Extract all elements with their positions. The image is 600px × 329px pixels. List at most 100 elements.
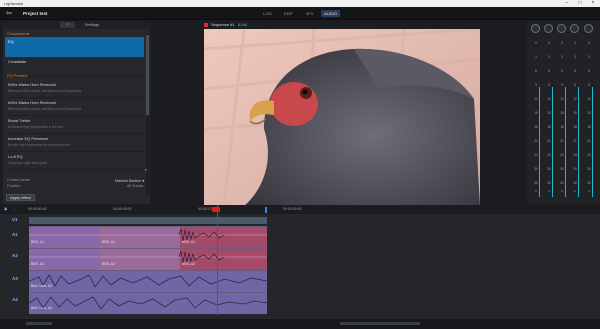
- eq-presets-header: EQ Presets: [7, 73, 28, 78]
- snap-icon[interactable]: ⋮: [13, 207, 17, 211]
- level-meter: [592, 87, 593, 197]
- app-title: Lightworks: [4, 1, 24, 6]
- preset-title: Boost Treble: [8, 118, 31, 123]
- scale-mark: 0: [548, 41, 550, 45]
- tab-menu[interactable]: ≡: [60, 22, 75, 28]
- zoom-slider[interactable]: [26, 322, 52, 325]
- scale-mark: 6: [535, 69, 537, 73]
- audio-clip-a3[interactable]: Bird Calls, A3: [29, 270, 267, 292]
- channel-strip-a2[interactable]: 0 3 6 9 12 15 18 21 24 30 40 ∞: [544, 37, 554, 207]
- timeline-tc: 00:00:05:00: [113, 207, 132, 211]
- track-label-a2[interactable]: A2: [12, 253, 18, 258]
- preset-desc: Removes 50Hz mains interference and harm…: [8, 89, 82, 93]
- audio-clip-a1[interactable]: BBS, A1 BBS, A1 BBS, A1: [29, 226, 267, 249]
- sequence-title: Sequence #1: [211, 22, 235, 27]
- scroll-thumb[interactable]: [340, 322, 420, 325]
- audio-clip-a4[interactable]: Bird Calls, A4: [29, 292, 267, 314]
- preset-desc: Removes 60Hz mains interference and harm…: [8, 107, 82, 111]
- minimize-icon[interactable]: –: [561, 0, 573, 7]
- mode-tabs: LOG EDIT VFX AUDIO: [258, 10, 340, 17]
- pan-knob[interactable]: [584, 24, 593, 33]
- tab-vfx[interactable]: VFX: [300, 10, 319, 17]
- track-toggle-icon[interactable]: ▣: [4, 207, 7, 211]
- bird-image: [204, 29, 480, 206]
- playhead-cue[interactable]: [212, 207, 220, 212]
- waveform: [29, 296, 267, 310]
- position-value: All Tracks: [127, 184, 144, 188]
- track-label-v1[interactable]: V1: [12, 217, 18, 222]
- apply-effect-button[interactable]: Apply effect: [6, 194, 35, 201]
- track-label-a1[interactable]: A1: [12, 232, 18, 237]
- pan-knob[interactable]: [531, 24, 540, 33]
- preset-title: Lo-fi EQ: [8, 154, 23, 159]
- preset-desc: Boosts mid frequencies for vocal presenc…: [8, 143, 71, 147]
- back-arrow-icon[interactable]: ⇦: [6, 9, 12, 17]
- window-titlebar: Lightworks – □ ×: [0, 0, 600, 7]
- tab-edit[interactable]: EDIT: [279, 10, 298, 17]
- video-clip[interactable]: [29, 217, 267, 224]
- timeline-ruler[interactable]: ▣ ⋮ 00:00:00:00 00:00:05:00 00:00:10:00 …: [0, 205, 600, 214]
- record-indicator-icon: [204, 22, 208, 27]
- preset-title: 50Hz Mains Hum Removal: [8, 82, 56, 87]
- waveform: [29, 228, 267, 242]
- tab-settings[interactable]: Settings: [81, 22, 103, 28]
- scale-mark: 0: [588, 41, 590, 45]
- channel-strip-a3[interactable]: 0 3 6 9 12 15 18 21 24 30 40 ∞: [557, 37, 567, 207]
- project-name: Project test: [23, 10, 48, 16]
- tab-audio[interactable]: AUDIO: [321, 10, 340, 17]
- channel-strip-master[interactable]: 0 3 6 9 12 15 18 21 24 30 40 ∞: [584, 37, 594, 207]
- effects-panel: ≡ Settings Components EQ Crossfade EQ Pr…: [3, 21, 150, 204]
- sequence-header: Sequence #1 (Edit): [204, 22, 247, 27]
- audio-clip-a2[interactable]: BBS, A2 BBS, A2 BBS, A2: [29, 248, 267, 271]
- scale-mark: 3: [548, 55, 550, 59]
- track-label-a4[interactable]: A4: [12, 297, 18, 302]
- sequence-tag: (Edit): [237, 22, 248, 27]
- scale-mark: 6: [548, 69, 550, 73]
- scale-mark: 0: [574, 41, 576, 45]
- timeline-tc: 00:00:00:00: [28, 207, 47, 211]
- track-label-a3[interactable]: A3: [12, 276, 18, 281]
- timeline: ▣ ⋮ 00:00:00:00 00:00:05:00 00:00:10:00 …: [0, 205, 600, 329]
- channel-strip-a4[interactable]: 0 3 6 9 12 15 18 21 24 30 40 ∞: [570, 37, 580, 207]
- channel-strip-a1[interactable]: 0 3 6 9 12 15 18 21 24 30 40 ∞: [531, 37, 541, 207]
- level-meter: [539, 87, 540, 197]
- preset-desc: Telephone style band-pass: [8, 161, 48, 165]
- close-icon[interactable]: ×: [587, 0, 599, 7]
- pan-knob[interactable]: [570, 24, 579, 33]
- preset-title: Increase EQ Presence: [8, 136, 49, 141]
- pan-knob[interactable]: [557, 24, 566, 33]
- scale-mark: 3: [561, 55, 563, 59]
- preset-desc: Enhances high frequencies in the mix: [8, 125, 63, 129]
- preset-item[interactable]: Increase EQ Presence Boosts mid frequenc…: [5, 134, 144, 152]
- timeline-tc: 00:00:15:00: [283, 207, 302, 211]
- waveform: [29, 274, 267, 288]
- preset-item[interactable]: Lo-fi EQ Telephone style band-pass: [5, 152, 144, 170]
- marked-section-dropdown[interactable]: Marked Section ▾: [115, 178, 144, 183]
- scale-mark: 3: [535, 55, 537, 59]
- panel-tabs: ≡ Settings: [3, 21, 150, 29]
- scale-mark: 0: [561, 41, 563, 45]
- preset-item[interactable]: 60Hz Mains Hum Removal Removes 60Hz main…: [5, 98, 144, 116]
- scale-mark: 0: [535, 41, 537, 45]
- playhead[interactable]: [217, 205, 218, 315]
- scrollbar-thumb[interactable]: [146, 35, 149, 115]
- preset-item[interactable]: Boost Treble Enhances high frequencies i…: [5, 116, 144, 134]
- timeline-scrollbar[interactable]: [0, 319, 600, 329]
- scale-mark: 6: [574, 69, 576, 73]
- maximize-icon[interactable]: □: [574, 0, 586, 7]
- pan-knob[interactable]: [544, 24, 553, 33]
- video-frame[interactable]: [204, 29, 480, 206]
- scale-mark: 6: [588, 69, 590, 73]
- sequence-viewer: Sequence #1 (Edit): [152, 21, 525, 221]
- scroll-down-icon[interactable]: ▾: [145, 168, 147, 172]
- preset-item[interactable]: 50Hz Mains Hum Removal Removes 50Hz main…: [5, 80, 144, 98]
- main-toolbar: ⇦ Project test LOG EDIT VFX AUDIO: [0, 7, 600, 20]
- level-meter: [578, 87, 579, 197]
- waveform: [29, 250, 267, 264]
- scale-mark: 6: [561, 69, 563, 73]
- component-eq[interactable]: EQ: [5, 37, 144, 57]
- create-preset-label: Create preset: [7, 178, 31, 182]
- end-marker: [265, 207, 267, 213]
- tab-log[interactable]: LOG: [258, 10, 277, 17]
- preset-title: 60Hz Mains Hum Removal: [8, 100, 56, 105]
